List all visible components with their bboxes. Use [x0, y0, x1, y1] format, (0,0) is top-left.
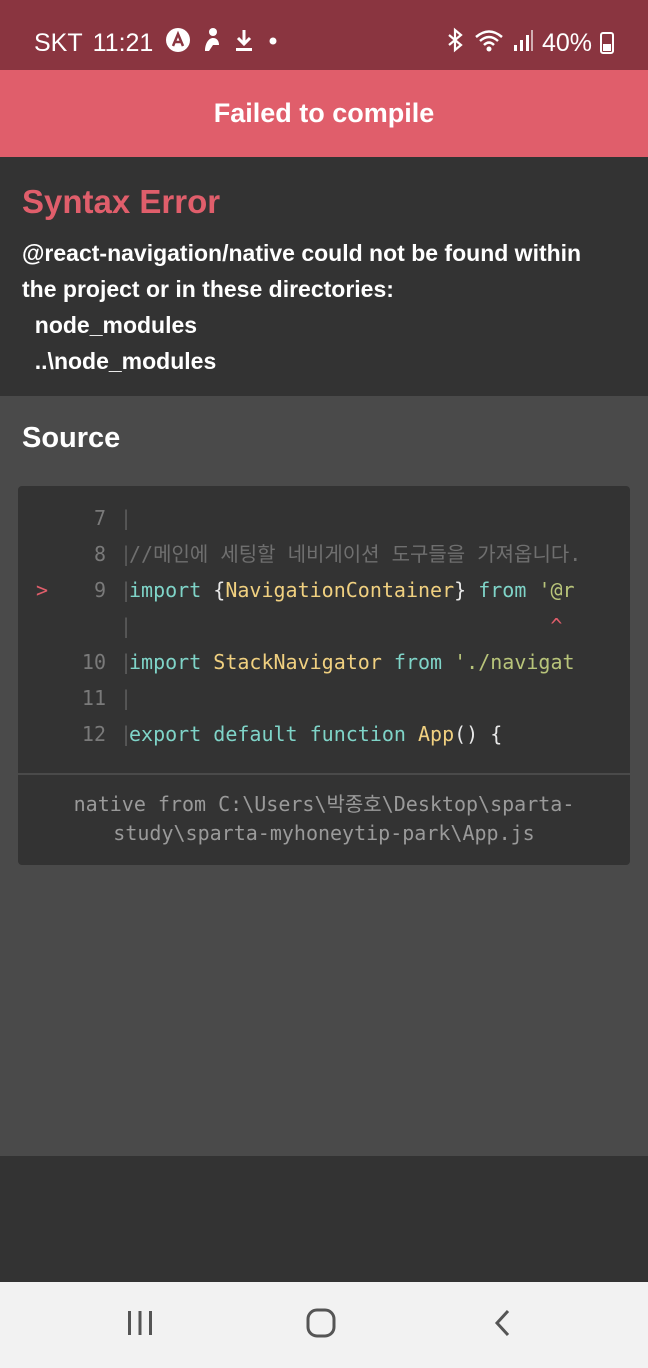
code-line: 11 | [18, 680, 630, 716]
bluetooth-icon [444, 27, 466, 60]
system-nav-bar [0, 1282, 648, 1368]
error-title: Syntax Error [22, 183, 221, 220]
line-number: 10 [81, 650, 106, 674]
line-number: 7 [93, 506, 106, 530]
gutter-separator: | [120, 686, 133, 710]
status-bar-right: 40% [444, 26, 614, 60]
error-section: Syntax Error @react-navigation/native co… [0, 157, 648, 396]
gutter-separator: | [120, 506, 133, 530]
code-text: import {NavigationContainer} from '@r [129, 578, 575, 602]
line-number: 9 [93, 578, 106, 602]
error-header: Failed to compile [0, 70, 648, 157]
person-icon [201, 27, 223, 60]
a-circle-icon [165, 27, 191, 60]
code-text: import StackNavigator from './navigat [129, 650, 575, 674]
header-title: Failed to compile [213, 98, 435, 128]
back-icon [492, 1308, 514, 1343]
line-number: 11 [81, 686, 106, 710]
code-lines: 7 | 8 |//메인에 세팅할 네비게이션 도구들을 가져옵니다. >9 | import… [18, 500, 630, 752]
bottom-area [0, 1156, 648, 1282]
line-number: 8 [93, 542, 106, 566]
code-line: 8 |//메인에 세팅할 네비게이션 도구들을 가져옵니다. [18, 536, 630, 572]
back-button[interactable] [473, 1302, 533, 1348]
dot-icon [265, 27, 281, 60]
battery-icon [600, 32, 614, 54]
code-line: | ^ [18, 608, 630, 644]
code-text: ^ [129, 614, 563, 638]
status-bar-left: SKT 11:21 [34, 26, 281, 60]
code-divider [18, 773, 630, 775]
line-number: 12 [81, 722, 106, 746]
file-path[interactable]: native from C:\Users\박종호\Desktop\sparta-… [38, 790, 610, 848]
clock: 11:21 [92, 28, 154, 57]
status-bar: SKT 11:21 40% [0, 0, 648, 70]
notification-icons [165, 27, 281, 60]
source-section: Source 7 | 8 |//메인에 세팅할 네비게이션 도구들을 가져옵니다. >9… [0, 396, 648, 1156]
code-text: export default function App() { [129, 722, 503, 746]
error-message: @react-navigation/native could not be fo… [22, 240, 582, 374]
home-button[interactable] [291, 1302, 351, 1348]
recent-apps-icon [125, 1309, 155, 1342]
download-icon [233, 27, 255, 60]
recent-apps-button[interactable] [110, 1302, 170, 1348]
home-icon [306, 1308, 336, 1343]
code-line: >9 | import {NavigationContainer} from '@r [18, 572, 630, 608]
code-text: //메인에 세팅할 네비게이션 도구들을 가져옵니다. [129, 542, 582, 566]
source-title: Source [22, 422, 121, 454]
error-line-marker: > [36, 578, 49, 602]
battery-percent: 40% [541, 28, 592, 57]
code-line: 12 | export default function App() { [18, 716, 630, 752]
code-line: 10 | import StackNavigator from './navigat [18, 644, 630, 680]
code-line: 7 | [18, 500, 630, 536]
wifi-icon [474, 27, 504, 60]
signal-icon [512, 27, 534, 60]
code-frame: 7 | 8 |//메인에 세팅할 네비게이션 도구들을 가져옵니다. >9 | import… [18, 486, 630, 865]
carrier-label: SKT [34, 28, 83, 57]
